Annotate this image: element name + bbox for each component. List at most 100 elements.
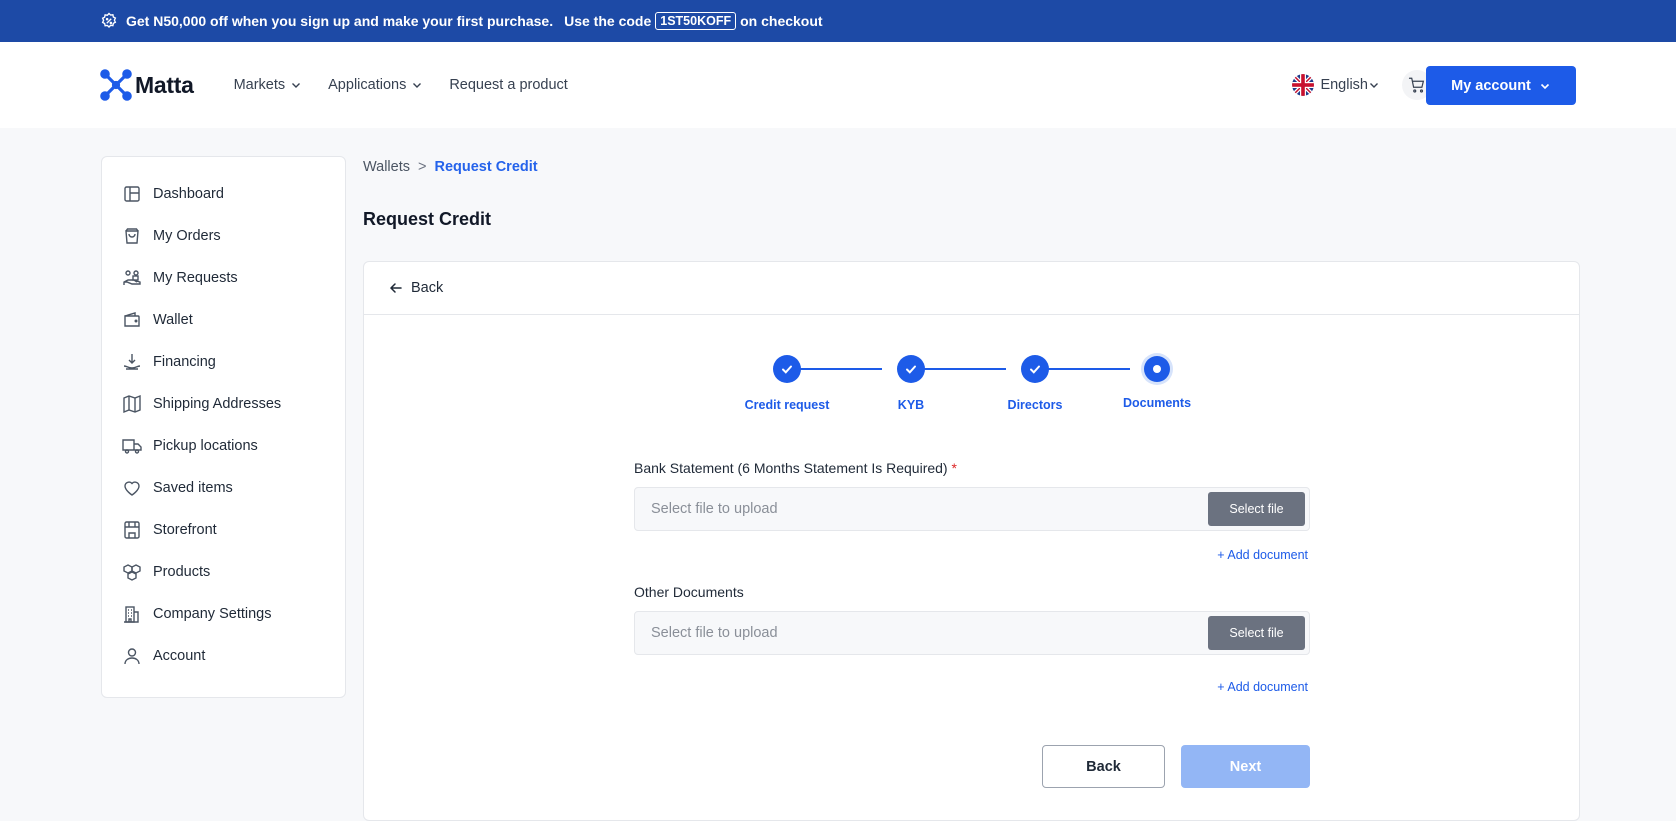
promo-text: Get N50,000 off when you sign up and mak… [126, 13, 554, 29]
requests-icon [123, 270, 141, 285]
financing-icon [123, 354, 141, 370]
discount-badge-icon [101, 12, 117, 28]
breadcrumb: Wallets > Request Credit [363, 159, 538, 175]
breadcrumb-wallets[interactable]: Wallets [363, 159, 410, 175]
step-label-credit-request: Credit request [744, 398, 830, 412]
next-button[interactable]: Next [1181, 745, 1310, 788]
chevron-down-icon [1540, 83, 1549, 89]
sidebar-item-label: Products [153, 564, 211, 580]
add-document-link[interactable]: + Add document [1217, 548, 1308, 562]
cart-icon [1408, 77, 1425, 93]
step-label-documents: Documents [1122, 396, 1192, 410]
other-documents-upload[interactable]: Select file to upload Select file [634, 611, 1310, 655]
sidebar-item-my-requests[interactable]: My Requests [102, 257, 345, 299]
logo-text: Matta [135, 71, 194, 98]
language-selector[interactable]: English [1292, 74, 1380, 96]
sidebar-item-saved-items[interactable]: Saved items [102, 467, 345, 509]
add-document-link[interactable]: + Add document [1217, 680, 1308, 694]
check-icon [1030, 365, 1040, 374]
nav-markets-label: Markets [233, 77, 286, 93]
upload-placeholder: Select file to upload [651, 625, 778, 641]
uk-flag-icon [1292, 74, 1315, 96]
step-directors[interactable] [1021, 355, 1049, 383]
sidebar-item-my-orders[interactable]: My Orders [102, 215, 345, 257]
promo-checkout: on checkout [740, 13, 823, 29]
arrow-left-icon [389, 283, 402, 293]
sidebar-item-label: Storefront [153, 522, 217, 538]
sidebar-item-label: Financing [153, 354, 216, 370]
other-documents-label-text: Other Documents [634, 584, 744, 600]
sidebar-item-products[interactable]: Products [102, 551, 345, 593]
chevron-down-icon [292, 83, 301, 88]
nav-applications-label: Applications [328, 77, 407, 93]
truck-icon [122, 439, 142, 454]
check-icon [782, 365, 792, 374]
bank-statement-label-text: Bank Statement (6 Months Statement Is Re… [634, 460, 948, 476]
my-account-button[interactable]: My account [1426, 66, 1576, 105]
step-label-kyb: KYB [897, 398, 925, 412]
matta-logo[interactable]: Matta [100, 69, 194, 101]
top-header: Matta Markets Applications Request a pro… [0, 42, 1676, 128]
user-icon [124, 648, 140, 665]
chevron-down-icon [413, 83, 422, 88]
bank-statement-upload[interactable]: Select file to upload Select file [634, 487, 1310, 531]
sidebar-item-label: Wallet [153, 312, 193, 328]
breadcrumb-current: Request Credit [434, 159, 538, 175]
main-nav: Markets Applications Request a product [234, 77, 568, 93]
step-documents[interactable] [1144, 356, 1170, 382]
sidebar-item-wallet[interactable]: Wallet [102, 299, 345, 341]
bank-statement-label: Bank Statement (6 Months Statement Is Re… [634, 460, 957, 476]
building-icon [124, 606, 139, 623]
dashboard-icon [124, 186, 140, 202]
map-icon [123, 394, 141, 414]
sidebar-item-label: Pickup locations [153, 438, 258, 454]
nav-request-product[interactable]: Request a product [449, 77, 568, 93]
sidebar-item-label: Shipping Addresses [153, 396, 282, 412]
card-back-label: Back [411, 280, 444, 296]
required-asterisk: * [951, 460, 957, 476]
boxes-icon [123, 564, 141, 581]
sidebar-item-label: Account [153, 648, 206, 664]
sidebar-item-company-settings[interactable]: Company Settings [102, 593, 345, 635]
sidebar-item-label: Saved items [153, 480, 233, 496]
heart-icon [124, 481, 140, 496]
promo-banner: Get N50,000 off when you sign up and mak… [0, 0, 1676, 42]
sidebar: Dashboard My Orders My Requests Wallet F… [101, 156, 346, 698]
page-title: Request Credit [363, 209, 492, 229]
step-kyb[interactable] [897, 355, 925, 383]
nav-applications[interactable]: Applications [328, 77, 423, 93]
shopping-bag-icon [125, 228, 139, 244]
sidebar-item-label: Company Settings [153, 606, 272, 622]
chevron-down-icon [1370, 83, 1378, 88]
other-documents-label: Other Documents [634, 584, 744, 600]
sidebar-item-shipping-addresses[interactable]: Shipping Addresses [102, 383, 345, 425]
current-step-dot [1153, 365, 1161, 373]
card-back-link[interactable]: Back [364, 262, 1579, 315]
step-credit-request[interactable] [773, 355, 801, 383]
sidebar-item-dashboard[interactable]: Dashboard [102, 173, 345, 215]
language-label: English [1320, 77, 1368, 93]
sidebar-item-account[interactable]: Account [102, 635, 345, 677]
nav-markets[interactable]: Markets [234, 77, 303, 93]
upload-placeholder: Select file to upload [651, 501, 778, 517]
matta-logo-icon [100, 69, 132, 101]
sidebar-item-storefront[interactable]: Storefront [102, 509, 345, 551]
wallet-icon [124, 312, 140, 327]
breadcrumb-separator: > [418, 159, 427, 175]
sidebar-item-pickup-locations[interactable]: Pickup locations [102, 425, 345, 467]
sidebar-item-financing[interactable]: Financing [102, 341, 345, 383]
select-file-button[interactable]: Select file [1208, 492, 1305, 526]
sidebar-item-label: Dashboard [153, 186, 224, 202]
my-account-label: My account [1451, 77, 1531, 94]
promo-use-code: Use the code [564, 13, 652, 29]
request-credit-card: Back Credit request KYB Directors Docume… [363, 261, 1580, 821]
storefront-icon [124, 521, 140, 539]
sidebar-item-label: My Orders [153, 228, 221, 244]
nav-request-product-label: Request a product [449, 77, 568, 93]
step-label-directors: Directors [1007, 398, 1063, 412]
back-button[interactable]: Back [1042, 745, 1165, 788]
check-icon [906, 365, 916, 374]
promo-code: 1ST50KOFF [655, 12, 737, 30]
sidebar-item-label: My Requests [153, 270, 238, 286]
select-file-button[interactable]: Select file [1208, 616, 1305, 650]
